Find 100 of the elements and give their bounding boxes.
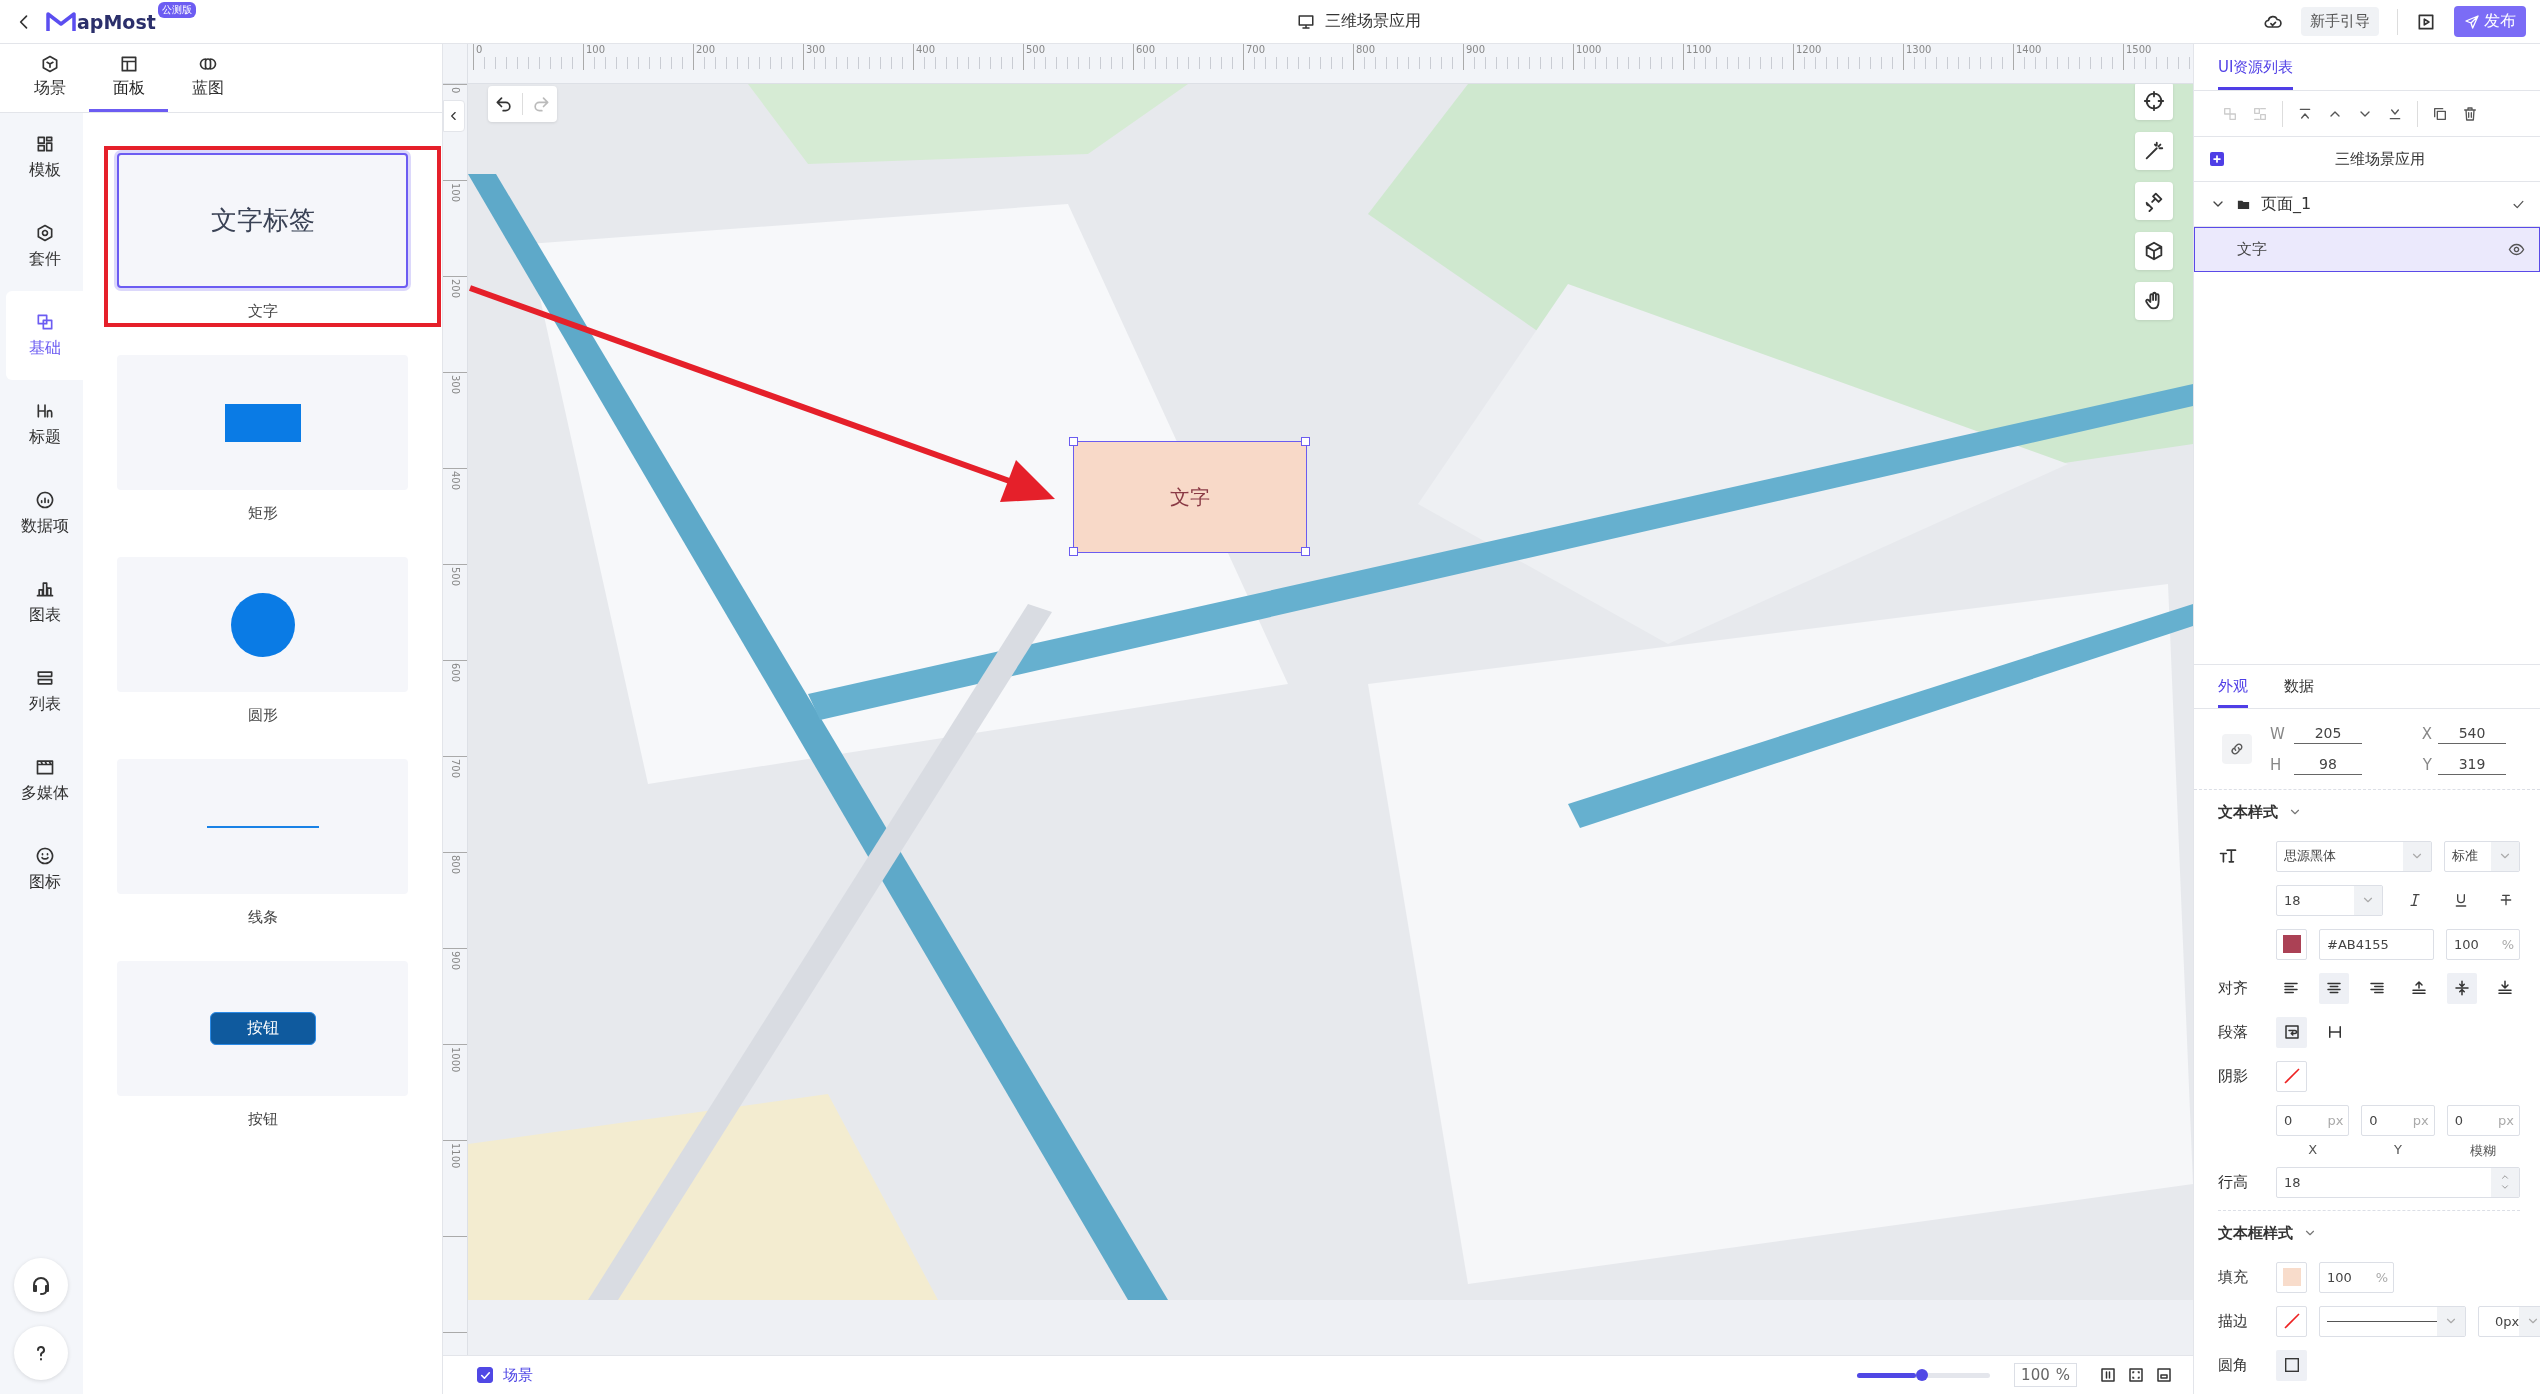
model-button[interactable] [2135, 232, 2173, 270]
undo-button[interactable] [494, 94, 514, 114]
line-style-dropdown[interactable] [2319, 1305, 2466, 1337]
nav-item[interactable]: 模板 [6, 113, 83, 202]
group-icon [2222, 105, 2238, 122]
film-icon [34, 757, 55, 777]
collapse-button[interactable] [443, 100, 465, 132]
nav-item[interactable]: 套件 [6, 202, 83, 291]
nav-item[interactable]: 标题 [6, 380, 83, 469]
ruler-label: 500 [1026, 44, 1046, 55]
input-field[interactable]: 98 [2294, 754, 2362, 775]
nav-item[interactable]: 图表 [6, 558, 83, 647]
fit-screen-button[interactable] [2127, 1366, 2145, 1384]
field-label: 行高 [2218, 1172, 2249, 1192]
fill-color-picker[interactable] [2276, 1261, 2307, 1293]
unit-label: % [2055, 1366, 2070, 1384]
stroke-width-field[interactable]: 0px [2478, 1305, 2540, 1337]
input-field[interactable]: 205 [2294, 723, 2362, 744]
nav-item[interactable]: 基础 [6, 291, 83, 380]
field-label: Y [2422, 755, 2432, 774]
unit-label: px [2498, 1112, 2515, 1128]
component-card[interactable] [117, 355, 408, 490]
align-button[interactable] [2318, 972, 2350, 1004]
paragraph-button[interactable] [2276, 1016, 2307, 1048]
cube-icon [2143, 240, 2165, 262]
ruler-label: 1000 [449, 1047, 461, 1073]
crosshair-icon [2143, 90, 2165, 112]
copy-button[interactable] [2432, 105, 2448, 122]
tab[interactable]: 外观 [2218, 677, 2248, 708]
copy-icon [2432, 105, 2448, 122]
field-label: 圆角 [2218, 1355, 2249, 1375]
delete-button[interactable] [2462, 105, 2478, 122]
ruler-label: 0 [476, 44, 483, 55]
align-button[interactable] [2446, 972, 2478, 1004]
nav-item[interactable]: 数据项 [6, 469, 83, 558]
tree-row[interactable]: 文字 [2194, 227, 2540, 272]
component-card[interactable]: 文字标签 [117, 153, 408, 288]
input-field[interactable]: 540 [2438, 723, 2506, 744]
ruler-label: 1100 [449, 1143, 461, 1169]
guide-button[interactable]: 新手引导 [2301, 7, 2379, 36]
mode-tab[interactable]: 场景 [10, 44, 89, 112]
split-view-button[interactable] [2099, 1366, 2117, 1384]
input-field[interactable]: 0 px [2361, 1104, 2435, 1136]
dropdown[interactable]: 18 [2276, 884, 2384, 916]
input-field[interactable]: 100 % [2446, 928, 2520, 960]
nav-item[interactable]: 图标 [6, 825, 83, 914]
zoom-field[interactable]: 100 % [2014, 1363, 2077, 1387]
ruler-label: 1300 [1906, 44, 1932, 55]
component-label: 线条 [247, 907, 278, 928]
component-label: 矩形 [247, 503, 278, 524]
stroke-color-picker[interactable] [2276, 1305, 2307, 1337]
project-name: 三维场景应用 [2334, 149, 2426, 169]
fit-screen-icon [2127, 1366, 2145, 1384]
ruler-label: 300 [806, 44, 826, 55]
lock-ratio-button[interactable] [2222, 734, 2252, 764]
publish-button[interactable]: 发布 [2454, 6, 2526, 37]
ruler-label: 200 [696, 44, 716, 55]
ruler-label: 900 [1466, 44, 1486, 55]
component-card[interactable] [117, 557, 408, 692]
resize-handle[interactable] [1069, 437, 1078, 446]
component-card[interactable]: 按钮 [117, 961, 408, 1096]
resize-handle[interactable] [1301, 547, 1310, 556]
pan-button[interactable] [2135, 282, 2173, 320]
ruler-label: 600 [1136, 44, 1156, 55]
shadow-color-picker[interactable] [2276, 1060, 2307, 1092]
ruler-label: 1200 [1796, 44, 1822, 55]
scene-checkbox[interactable] [477, 1367, 493, 1383]
input-field[interactable]: 0 px [2446, 1104, 2520, 1136]
zoom-slider[interactable] [1857, 1372, 1991, 1378]
slider-thumb[interactable] [1915, 1368, 1928, 1381]
section-title: 文本样式 [2218, 802, 2278, 822]
satellite-button[interactable] [2135, 182, 2173, 220]
ruler-label: 500 [449, 567, 461, 587]
window-button[interactable] [2155, 1366, 2173, 1384]
nav-item[interactable]: 多媒体 [6, 736, 83, 825]
panel-tab[interactable]: UI资源列表 [2218, 58, 2294, 90]
text-element[interactable]: 文字 [1074, 442, 1306, 552]
corner-radius-button[interactable] [2276, 1349, 2307, 1381]
ruler-label: 0 [449, 87, 461, 94]
text-size-icon [2218, 846, 2238, 866]
ungroup-icon [2252, 105, 2268, 122]
tab[interactable]: 数据 [2284, 677, 2314, 708]
resize-handle[interactable] [1301, 437, 1310, 446]
number-field[interactable]: 18 [2276, 1166, 2520, 1198]
resize-handle[interactable] [1069, 547, 1078, 556]
effects-button[interactable] [2135, 132, 2173, 170]
input-field[interactable]: 100 % [2319, 1261, 2394, 1293]
input-field[interactable]: #AB4155 [2319, 928, 2435, 960]
mode-tab[interactable]: 蓝图 [168, 44, 247, 112]
dropdown[interactable]: 标准 [2443, 840, 2520, 872]
bar-chart-icon [34, 579, 55, 599]
color-picker[interactable] [2276, 928, 2307, 960]
support-button[interactable] [14, 1258, 68, 1312]
mode-tab[interactable]: 面板 [89, 44, 168, 112]
input-field[interactable]: 0 px [2276, 1104, 2350, 1136]
input-field[interactable]: 319 [2438, 754, 2506, 775]
locate-button[interactable] [2135, 84, 2173, 120]
nav-item[interactable]: 列表 [6, 647, 83, 736]
dropdown[interactable]: 思源黑体 [2276, 840, 2432, 872]
plus-square-icon[interactable] [2210, 152, 2224, 166]
